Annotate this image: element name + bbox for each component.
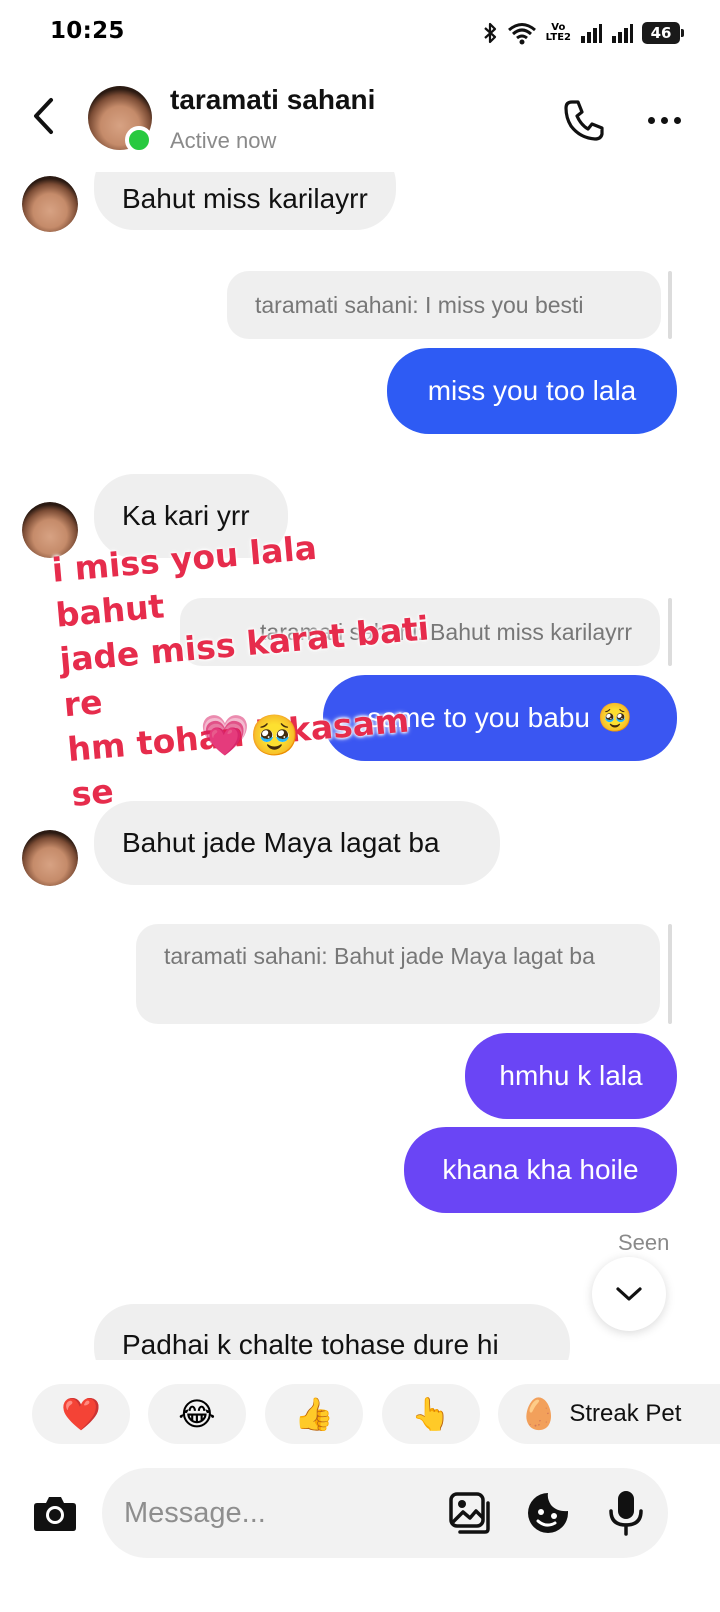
overlay-emoji: 💗🥹 bbox=[200, 713, 300, 759]
received-message-partial[interactable]: Padhai k chalte tohase dure hi bbox=[94, 1304, 570, 1360]
reply-quote[interactable]: taramati sahani: I miss you besti bbox=[227, 271, 661, 339]
volte-bottom: LTE2 bbox=[545, 32, 571, 43]
sticker-icon bbox=[525, 1490, 571, 1536]
signal-icon-2 bbox=[611, 22, 633, 44]
message-text: Bahut jade Maya lagat ba bbox=[122, 827, 440, 858]
gallery-icon bbox=[448, 1491, 492, 1535]
message-text: Ka kari yrr bbox=[122, 500, 250, 531]
wifi-icon bbox=[507, 21, 537, 45]
sent-message[interactable]: khana kha hoile bbox=[404, 1127, 677, 1213]
signal-icon bbox=[580, 22, 602, 44]
call-button[interactable] bbox=[560, 96, 608, 144]
chevron-left-icon bbox=[31, 96, 57, 136]
sent-message[interactable]: hmhu k lala bbox=[465, 1033, 677, 1119]
reply-bar bbox=[668, 598, 672, 666]
streak-pet-button[interactable]: 🥚 Streak Pet bbox=[498, 1384, 720, 1444]
message-text: khana kha hoile bbox=[442, 1154, 639, 1185]
camera-icon bbox=[32, 1493, 78, 1533]
battery-icon: 46 bbox=[642, 22, 684, 44]
chevron-down-icon bbox=[614, 1284, 644, 1304]
sticker-button[interactable] bbox=[524, 1488, 572, 1538]
received-message[interactable]: Padhai k chalte tohase dure hi bbox=[94, 1304, 570, 1360]
react-point-up-button[interactable]: 👆 bbox=[382, 1384, 480, 1444]
gallery-button[interactable] bbox=[446, 1488, 494, 1538]
camera-button[interactable] bbox=[30, 1488, 80, 1538]
status-icons: Vo LTE2 46 bbox=[482, 16, 684, 50]
message-input[interactable] bbox=[102, 1468, 668, 1558]
status-bar: 10:25 Vo LTE2 46 bbox=[0, 0, 720, 66]
sent-message[interactable]: miss you too lala bbox=[387, 348, 677, 434]
message-composer bbox=[0, 1458, 720, 1612]
status-time: 10:25 bbox=[50, 18, 125, 44]
microphone-icon bbox=[606, 1489, 646, 1537]
bluetooth-icon bbox=[482, 21, 498, 45]
more-button[interactable] bbox=[640, 96, 688, 144]
received-message[interactable]: Bahut jade Maya lagat ba bbox=[94, 801, 500, 885]
reply-bar bbox=[668, 271, 672, 339]
reply-quote-text: taramati sahani: Bahut jade Maya lagat b… bbox=[164, 943, 595, 969]
volte-indicator: Vo LTE2 bbox=[546, 23, 571, 43]
quick-reactions-bar: ❤️ 😂 👍 👆 🥚 Streak Pet bbox=[0, 1368, 720, 1458]
message-text: Padhai k chalte tohase dure hi bbox=[122, 1329, 499, 1360]
more-horizontal-icon bbox=[647, 116, 655, 124]
seen-label: Seen bbox=[618, 1230, 670, 1255]
message-text: hmhu k lala bbox=[499, 1060, 643, 1091]
reply-quote[interactable]: taramati sahani: Bahut jade Maya lagat b… bbox=[136, 924, 660, 1024]
streak-pet-label: Streak Pet bbox=[569, 1400, 682, 1427]
react-heart-button[interactable]: ❤️ bbox=[32, 1384, 130, 1444]
egg-icon: 🥚 bbox=[520, 1397, 558, 1431]
react-thumbs-up-button[interactable]: 👍 bbox=[265, 1384, 363, 1444]
reply-quote-text: taramati sahani: I miss you besti bbox=[255, 292, 584, 318]
contact-status: Active now bbox=[170, 128, 277, 153]
reply-bar bbox=[668, 924, 672, 1024]
microphone-button[interactable] bbox=[602, 1488, 650, 1538]
message-text: Bahut miss karilayrr bbox=[122, 183, 368, 214]
active-status-dot bbox=[125, 126, 153, 154]
sender-avatar[interactable] bbox=[22, 830, 78, 886]
phone-icon bbox=[560, 96, 608, 144]
message-text: miss you too lala bbox=[427, 375, 637, 406]
sender-avatar[interactable] bbox=[22, 176, 78, 232]
chat-header: taramati sahani Active now bbox=[0, 66, 720, 172]
overlay-caption: i miss you lala bahut jade miss karat ba… bbox=[50, 515, 452, 817]
react-laugh-button[interactable]: 😂 bbox=[148, 1384, 246, 1444]
contact-name[interactable]: taramati sahani bbox=[170, 84, 375, 116]
back-button[interactable] bbox=[24, 92, 64, 140]
scroll-to-bottom-button[interactable] bbox=[592, 1257, 666, 1331]
